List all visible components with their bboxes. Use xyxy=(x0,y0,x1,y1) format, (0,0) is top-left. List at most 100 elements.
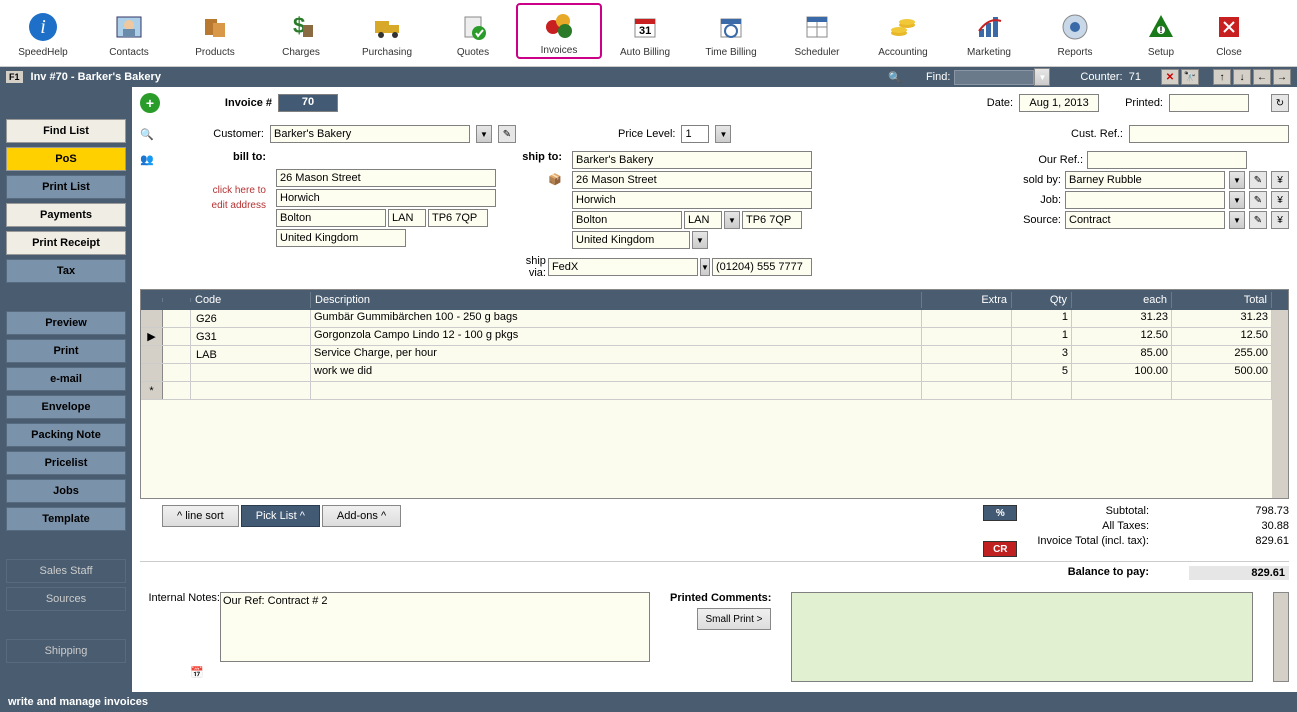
pick-list-button[interactable]: Pick List ^ xyxy=(241,505,320,527)
toolbar-quotes[interactable]: Quotes xyxy=(430,0,516,66)
side-envelope[interactable]: Envelope xyxy=(6,395,126,419)
side-preview[interactable]: Preview xyxy=(6,311,126,335)
toolbar-contacts[interactable]: Contacts xyxy=(86,0,172,66)
our-ref-field[interactable] xyxy=(1087,151,1247,169)
side-payments[interactable]: Payments xyxy=(6,203,126,227)
cell-desc[interactable]: Service Charge, per hour xyxy=(311,346,922,363)
side-shipping[interactable]: Shipping xyxy=(6,639,126,663)
toolbar-accounting[interactable]: Accounting xyxy=(860,0,946,66)
bill-zip[interactable] xyxy=(428,209,488,227)
source-filter[interactable]: ¥ xyxy=(1271,211,1289,229)
edit-hint-2[interactable]: edit address xyxy=(170,200,266,211)
source-edit[interactable]: ✎ xyxy=(1249,211,1267,229)
nav-binoculars[interactable]: 🔭 xyxy=(1181,69,1199,85)
bill-country[interactable] xyxy=(276,229,406,247)
cell-total[interactable]: 255.00 xyxy=(1172,346,1272,363)
cell-code[interactable]: ▼ xyxy=(191,328,311,345)
ship-phone[interactable] xyxy=(712,258,812,276)
side-email[interactable]: e-mail xyxy=(6,367,126,391)
table-row[interactable]: ▼work we did 5100.00500.00 xyxy=(141,364,1272,382)
date-field[interactable] xyxy=(1019,94,1099,112)
job-dropdown[interactable]: ▼ xyxy=(1229,191,1245,209)
toolbar-scheduler[interactable]: Scheduler xyxy=(774,0,860,66)
sold-by-field[interactable] xyxy=(1065,171,1225,189)
row-handle[interactable]: ▶ xyxy=(141,328,163,345)
cell-qty[interactable]: 1 xyxy=(1012,328,1072,345)
toolbar-autobilling[interactable]: 31 Auto Billing xyxy=(602,0,688,66)
percent-tag[interactable]: % xyxy=(983,505,1017,521)
cell-total[interactable]: 31.23 xyxy=(1172,310,1272,327)
row-handle[interactable] xyxy=(141,364,163,381)
price-level-field[interactable] xyxy=(681,125,709,143)
side-find-list[interactable]: Find List xyxy=(6,119,126,143)
new-row[interactable]: *▼ xyxy=(141,382,1272,400)
sold-by-edit[interactable]: ✎ xyxy=(1249,171,1267,189)
cell-code[interactable]: ▼ xyxy=(191,346,311,363)
nav-next[interactable]: → xyxy=(1273,69,1291,85)
ship-via-dropdown[interactable]: ▼ xyxy=(700,258,710,276)
cell-total[interactable]: 12.50 xyxy=(1172,328,1272,345)
cell-code[interactable]: ▼ xyxy=(191,364,311,381)
cell-each[interactable]: 100.00 xyxy=(1072,364,1172,381)
table-row[interactable]: ▼Gumbär Gummibärchen 100 - 250 g bags131… xyxy=(141,310,1272,328)
side-sales-staff[interactable]: Sales Staff xyxy=(6,559,126,583)
side-print-receipt[interactable]: Print Receipt xyxy=(6,231,126,255)
toolbar-timebilling[interactable]: Time Billing xyxy=(688,0,774,66)
cell-desc[interactable]: Gumbär Gummibärchen 100 - 250 g bags xyxy=(311,310,922,327)
side-tax[interactable]: Tax xyxy=(6,259,126,283)
cell-extra[interactable] xyxy=(922,364,1012,381)
side-template[interactable]: Template xyxy=(6,507,126,531)
cell-qty[interactable]: 5 xyxy=(1012,364,1072,381)
table-row[interactable]: ▶ ▼Gorgonzola Campo Lindo 12 - 100 g pkgs… xyxy=(141,328,1272,346)
row-handle[interactable] xyxy=(141,346,163,363)
sold-by-dropdown[interactable]: ▼ xyxy=(1229,171,1245,189)
internal-notes[interactable]: Our Ref: Contract # 2 xyxy=(220,592,650,662)
ship-zip[interactable] xyxy=(742,211,802,229)
toolbar-purchasing[interactable]: Purchasing xyxy=(344,0,430,66)
find-input[interactable] xyxy=(954,70,1034,85)
ship-via-field[interactable] xyxy=(548,258,698,276)
side-packing[interactable]: Packing Note xyxy=(6,423,126,447)
customer-field[interactable] xyxy=(270,125,470,143)
side-pricelist[interactable]: Pricelist xyxy=(6,451,126,475)
toolbar-products[interactable]: Products xyxy=(172,0,258,66)
cell-desc[interactable]: work we did xyxy=(311,364,922,381)
ship-name[interactable] xyxy=(572,151,812,169)
cell-each[interactable]: 31.23 xyxy=(1072,310,1172,327)
find-dropdown[interactable]: ▼ xyxy=(1034,68,1050,86)
addons-button[interactable]: Add-ons ^ xyxy=(322,505,401,527)
ship-l1[interactable] xyxy=(572,171,812,189)
bill-city[interactable] xyxy=(276,209,386,227)
source-field[interactable] xyxy=(1065,211,1225,229)
side-print[interactable]: Print xyxy=(6,339,126,363)
cell-total[interactable]: 500.00 xyxy=(1172,364,1272,381)
cell-extra[interactable] xyxy=(922,310,1012,327)
cell-code[interactable]: ▼ xyxy=(191,310,311,327)
cr-tag[interactable]: CR xyxy=(983,541,1017,557)
ship-country-dropdown[interactable]: ▼ xyxy=(692,231,708,249)
toolbar-speedhelp[interactable]: i SpeedHelp xyxy=(0,0,86,66)
source-dropdown[interactable]: ▼ xyxy=(1229,211,1245,229)
cell-desc[interactable]: Gorgonzola Campo Lindo 12 - 100 g pkgs xyxy=(311,328,922,345)
cell-qty[interactable]: 1 xyxy=(1012,310,1072,327)
toolbar-charges[interactable]: $ Charges xyxy=(258,0,344,66)
line-sort-button[interactable]: ^ line sort xyxy=(162,505,239,527)
search-icon[interactable]: 🔍 xyxy=(888,71,902,84)
job-filter[interactable]: ¥ xyxy=(1271,191,1289,209)
table-row[interactable]: ▼Service Charge, per hour 385.00255.00 xyxy=(141,346,1272,364)
new-invoice-button[interactable]: + xyxy=(140,93,160,113)
cust-ref-field[interactable] xyxy=(1129,125,1289,143)
search-icon-2[interactable]: 🔍 xyxy=(140,128,160,141)
cell-each[interactable]: 85.00 xyxy=(1072,346,1172,363)
cell-qty[interactable]: 3 xyxy=(1012,346,1072,363)
small-print-button[interactable]: Small Print > xyxy=(697,608,772,630)
side-jobs[interactable]: Jobs xyxy=(6,479,126,503)
row-check[interactable] xyxy=(163,364,191,381)
ship-city[interactable] xyxy=(572,211,682,229)
new-row-handle[interactable]: * xyxy=(141,382,163,399)
toolbar-marketing[interactable]: Marketing xyxy=(946,0,1032,66)
ship-country[interactable] xyxy=(572,231,690,249)
price-level-dropdown[interactable]: ▼ xyxy=(715,125,731,143)
side-sources[interactable]: Sources xyxy=(6,587,126,611)
cell-extra[interactable] xyxy=(922,328,1012,345)
